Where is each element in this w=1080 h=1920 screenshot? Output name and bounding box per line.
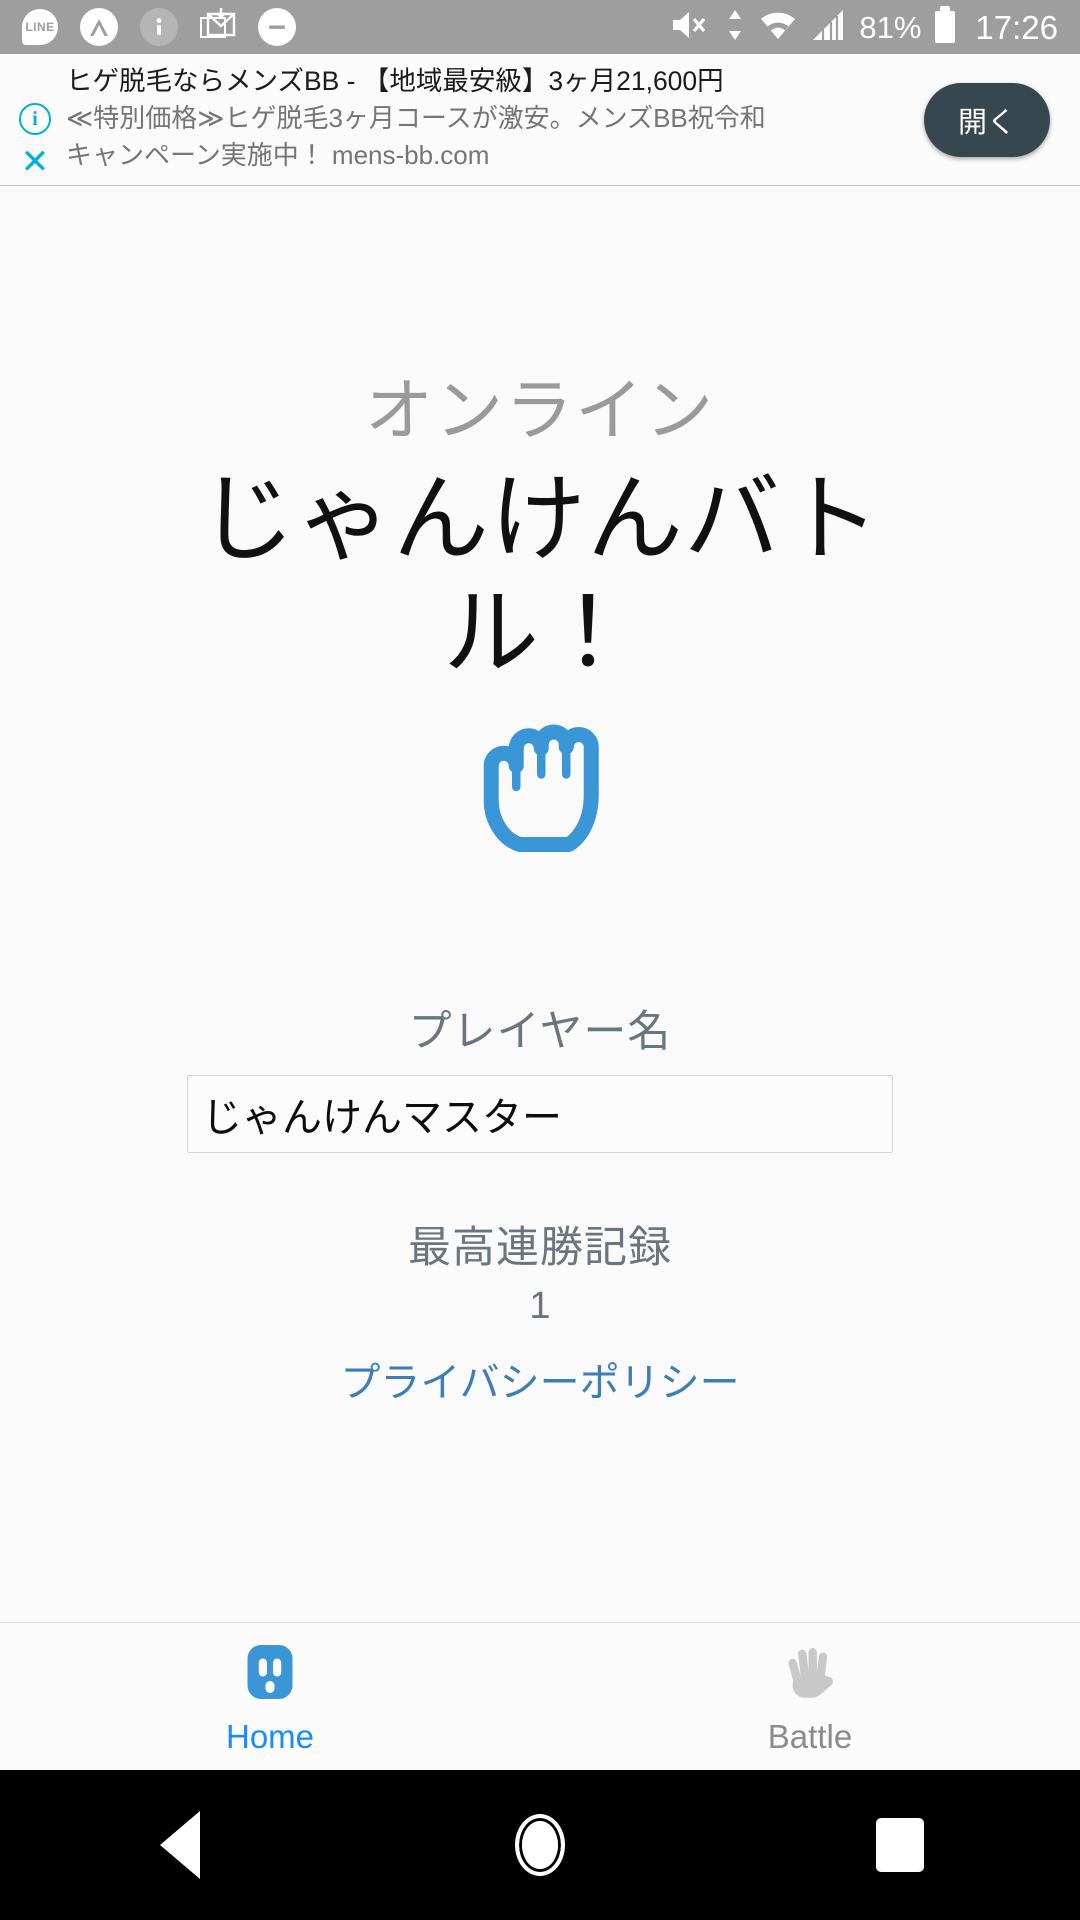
player-name-label: プレイヤー名: [408, 1007, 672, 1056]
volume-mute-icon: [671, 9, 711, 46]
info-notification-icon: [140, 8, 178, 46]
best-streak-value: 1: [529, 1284, 551, 1327]
tab-battle[interactable]: Battle: [540, 1639, 1080, 1753]
socket-face-icon: [237, 1639, 303, 1710]
player-name-input[interactable]: [187, 1074, 893, 1153]
square-icon: [876, 1818, 924, 1872]
ad-info-icon[interactable]: i: [19, 102, 51, 135]
paper-hand-icon: [777, 1639, 843, 1710]
best-streak-label: 最高連勝記録: [408, 1223, 672, 1272]
android-home-button[interactable]: [360, 1814, 720, 1876]
data-transfer-icon: [725, 9, 745, 46]
app-title-main: じゃんけんバトル！: [199, 466, 881, 687]
rock-hand-icon: [460, 712, 620, 867]
status-clock: 17:26: [975, 8, 1058, 46]
privacy-policy-link[interactable]: プライバシーポリシー: [340, 1350, 739, 1408]
app-title-subtitle: オンライン: [364, 373, 715, 449]
line-app-icon-label: LINE: [25, 20, 55, 34]
tab-home[interactable]: Home: [0, 1639, 540, 1753]
status-bar-system-icons: 81% 17:26: [671, 6, 1058, 46]
ad-open-button[interactable]: 開く: [923, 82, 1050, 157]
main-content: オンライン じゃんけんバトル！ プレイヤー名 最高連勝記録 1 プライバシーポリ…: [0, 186, 1080, 1622]
wifi-icon: [759, 9, 797, 46]
app-title: オンライン じゃんけんバトル！: [160, 373, 920, 690]
ad-banner[interactable]: i ✕ ヒゲ脱毛ならメンズBB - 【地域最安級】3ヶ月21,600円 ≪特別価…: [0, 54, 1080, 186]
cellular-signal-icon: [811, 9, 845, 46]
android-back-button[interactable]: [0, 1811, 360, 1879]
android-navigation-bar: [0, 1770, 1080, 1920]
tab-home-label: Home: [225, 1718, 315, 1755]
mail-notification-icon: [200, 7, 236, 47]
player-name-section: プレイヤー名 最高連勝記録 1 プライバシーポリシー: [0, 997, 1080, 1408]
triangle-left-icon: [160, 1811, 200, 1879]
circle-icon: [515, 1814, 565, 1876]
ad-close-icon[interactable]: ✕: [21, 145, 50, 179]
ad-description-line-2: キャンペーン実施中！ mens-bb.com: [66, 140, 490, 171]
android-recents-button[interactable]: [720, 1818, 1080, 1872]
battery-percent-label: 81%: [859, 9, 922, 45]
line-app-icon: LINE: [22, 9, 58, 45]
ad-headline[interactable]: ヒゲ脱毛ならメンズBB - 【地域最安級】3ヶ月21,600円: [66, 64, 1080, 100]
tab-battle-label: Battle: [767, 1718, 853, 1755]
ad-marks: i ✕: [10, 54, 60, 185]
phone-screen: LINE 81% 17:26 i ✕ ヒゲ脱毛ならメンズBB - 【地域最安級】…: [0, 0, 1080, 1920]
bottom-tab-bar: Home Battle: [0, 1622, 1080, 1770]
app-notification-icon: [80, 8, 118, 46]
status-bar-notifications: LINE: [22, 7, 671, 47]
battery-icon: [935, 6, 956, 43]
status-bar: LINE 81% 17:26: [0, 0, 1080, 54]
do-not-disturb-icon: [258, 8, 296, 46]
